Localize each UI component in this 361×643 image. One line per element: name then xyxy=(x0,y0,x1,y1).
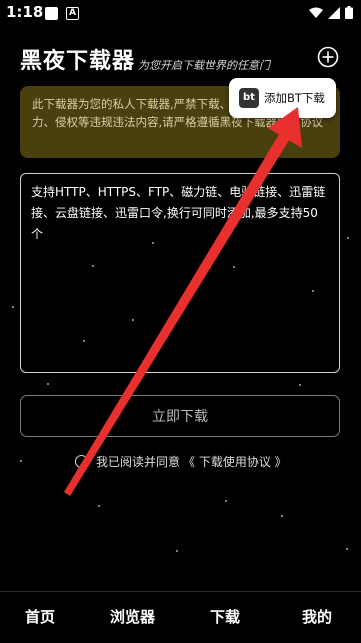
nav-profile[interactable]: 我的 xyxy=(302,606,332,627)
app-header: 黑夜下载器 为您开启下载世界的任意门 xyxy=(20,43,270,75)
agreement-row: 我已阅读并同意 《 下载使用协议 》 xyxy=(75,453,287,470)
add-bt-download-label: 添加BT下载 xyxy=(264,91,325,105)
app-subtitle: 为您开启下载世界的任意门 xyxy=(138,59,271,72)
download-now-button[interactable]: 立即下载 xyxy=(20,395,340,437)
notification-square-icon xyxy=(45,7,58,20)
status-time: 1:18 xyxy=(6,3,44,21)
nav-downloads[interactable]: 下载 xyxy=(210,606,240,627)
agree-radio[interactable] xyxy=(75,455,88,468)
bottom-nav: 首页 浏览器 下载 我的 xyxy=(0,592,361,643)
status-bar: 1:18 A xyxy=(0,0,361,26)
agree-prefix: 我已阅读并同意 xyxy=(96,455,181,469)
nav-home[interactable]: 首页 xyxy=(25,606,55,627)
nav-browser[interactable]: 浏览器 xyxy=(110,606,155,627)
add-bt-download-menu-item[interactable]: bt 添加BT下载 xyxy=(229,78,336,118)
plus-circle-icon[interactable] xyxy=(317,46,339,68)
bt-icon: bt xyxy=(239,88,259,108)
download-url-input[interactable]: 支持HTTP、HTTPS、FTP、磁力链、电驴链接、迅雷链接、云盘链接、迅雷口令… xyxy=(20,173,340,373)
url-input-placeholder: 支持HTTP、HTTPS、FTP、磁力链、电驴链接、迅雷链接、云盘链接、迅雷口令… xyxy=(31,185,326,241)
download-now-label: 立即下载 xyxy=(152,409,208,425)
app-title: 黑夜下载器 xyxy=(20,49,136,74)
signal-icon xyxy=(328,6,340,19)
status-indicators xyxy=(309,6,353,19)
battery-icon xyxy=(345,6,353,19)
agreement-link[interactable]: 《 下载使用协议 》 xyxy=(183,453,287,470)
notification-a-icon: A xyxy=(66,7,79,20)
wifi-icon xyxy=(309,7,323,18)
